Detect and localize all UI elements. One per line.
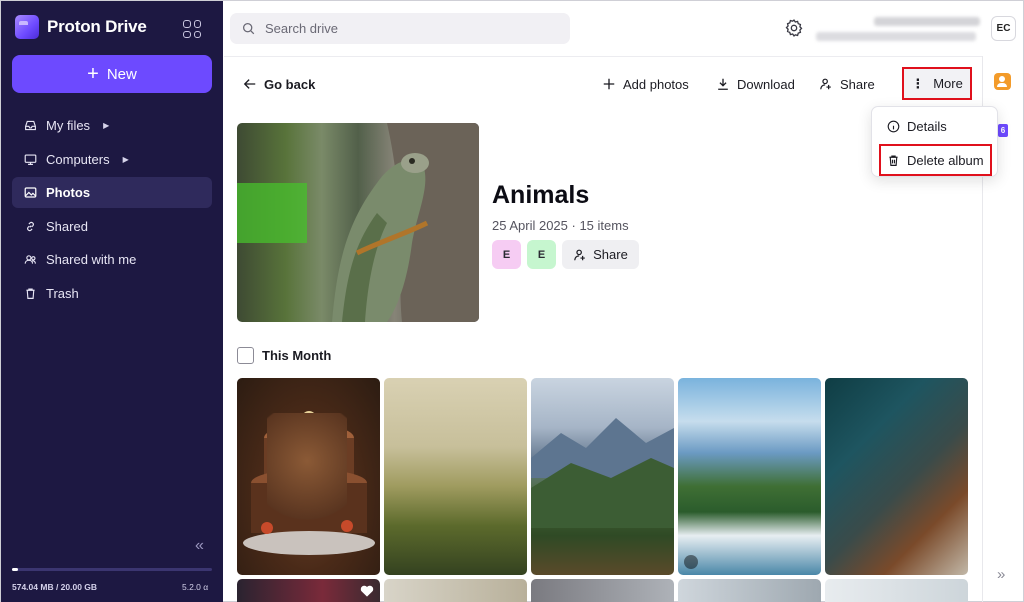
album-share-button[interactable]: Share: [562, 240, 639, 269]
monitor-icon: [24, 153, 37, 165]
search-icon: [242, 22, 255, 35]
gear-icon[interactable]: [784, 18, 804, 38]
member-avatar[interactable]: E: [492, 240, 521, 269]
brand-name: Proton Drive: [47, 17, 147, 36]
storage-usage-text: 574.04 MB / 20.00 GB: [12, 582, 98, 592]
image-icon: [24, 187, 37, 199]
go-back-button[interactable]: Go back: [243, 74, 315, 94]
search-input[interactable]: [265, 21, 545, 36]
share-button[interactable]: Share: [819, 74, 875, 94]
sidebar-item-label: Computers: [46, 151, 110, 167]
album-title: Animals: [492, 181, 590, 209]
users-icon: [24, 254, 37, 266]
photo-tile[interactable]: [384, 579, 527, 602]
download-button[interactable]: Download: [716, 74, 795, 94]
photo-tile[interactable]: [678, 579, 821, 602]
section-label: This Month: [262, 348, 332, 363]
sidebar-item-label: My files: [46, 118, 91, 133]
more-label: More: [933, 76, 963, 91]
mountain-photo: [531, 418, 674, 528]
iguana-photo: [237, 123, 479, 322]
sidebar: Proton Drive + New My files ▶ Computers …: [1, 1, 223, 602]
sidebar-item-label: Shared with me: [46, 252, 137, 268]
album-share-label: Share: [593, 247, 628, 262]
inbox-icon: [24, 120, 37, 132]
sidebar-item-shared[interactable]: Shared: [12, 211, 212, 242]
storage-progress-fill: [12, 568, 18, 571]
download-icon: [718, 78, 728, 90]
more-vertical-icon: ⋮: [911, 75, 925, 91]
share-label: Share: [840, 76, 875, 92]
photo-tile[interactable]: [237, 579, 380, 602]
shared-users-icon: [684, 555, 698, 569]
new-button-label: New: [106, 65, 137, 83]
collapse-sidebar-icon[interactable]: «: [195, 537, 204, 555]
brand[interactable]: Proton Drive: [15, 15, 147, 39]
user-plus-icon: [820, 78, 831, 90]
add-photos-button[interactable]: Add photos: [602, 74, 689, 94]
sidebar-item-my-files[interactable]: My files ▶: [12, 110, 212, 141]
member-avatar[interactable]: E: [527, 240, 556, 269]
photo-tile[interactable]: [531, 579, 674, 602]
storage-progress-bar: [12, 568, 212, 571]
sidebar-item-label: Photos: [46, 185, 91, 201]
link-icon: [24, 220, 37, 232]
plus-icon: [603, 78, 615, 90]
apps-grid-icon[interactable]: [183, 20, 201, 38]
go-back-label: Go back: [264, 76, 316, 92]
expand-rail-icon[interactable]: »: [997, 566, 1005, 583]
cake-photo: [243, 411, 375, 555]
photo-tile[interactable]: [825, 579, 968, 602]
section-header-this-month: This Month: [237, 347, 331, 364]
more-dropdown-menu: Details Delete album: [871, 106, 998, 177]
menu-item-delete-album[interactable]: Delete album: [879, 144, 992, 176]
plus-icon: +: [87, 63, 99, 85]
trash-icon: [24, 287, 37, 299]
sidebar-item-photos[interactable]: Photos: [12, 177, 212, 209]
album-meta: 25 April 2025 · 15 items: [492, 218, 629, 233]
calendar-app-icon[interactable]: 6: [998, 124, 1008, 137]
menu-item-label: Details: [907, 118, 947, 134]
sidebar-nav: My files ▶ Computers ▶ Photos Shared Sha…: [12, 110, 212, 312]
photo-tile[interactable]: [237, 378, 380, 575]
download-label: Download: [737, 76, 795, 92]
select-section-checkbox[interactable]: [237, 347, 254, 364]
main-content: Go back Add photos Download Share ⋮ More…: [224, 56, 998, 602]
proton-drive-logo-icon: [15, 15, 39, 39]
arrow-left-icon: [243, 79, 256, 89]
album-cover-image[interactable]: [237, 123, 479, 322]
menu-item-label: Delete album: [907, 152, 984, 168]
chevron-right-icon[interactable]: ▶: [103, 121, 109, 130]
photo-tile[interactable]: [678, 378, 821, 575]
photo-tile[interactable]: [384, 378, 527, 575]
sidebar-item-label: Shared: [46, 218, 88, 234]
menu-item-details[interactable]: Details: [887, 114, 947, 138]
more-button[interactable]: ⋮ More: [902, 67, 972, 100]
sidebar-item-trash[interactable]: Trash: [12, 278, 212, 309]
photo-tile[interactable]: [531, 378, 674, 575]
sidebar-item-computers[interactable]: Computers ▶: [12, 144, 212, 175]
user-info-redacted[interactable]: [814, 15, 982, 43]
sidebar-item-shared-with-me[interactable]: Shared with me: [12, 244, 212, 275]
add-photos-label: Add photos: [623, 76, 689, 92]
avatar[interactable]: EC: [991, 16, 1016, 41]
heart-icon[interactable]: [360, 585, 374, 597]
sidebar-item-label: Trash: [46, 285, 79, 301]
new-button[interactable]: + New: [12, 55, 212, 93]
trash-icon: [889, 154, 898, 166]
info-icon: [887, 120, 900, 132]
app-version: 5.2.0 α: [182, 582, 209, 592]
contacts-app-icon[interactable]: [994, 73, 1011, 90]
chevron-right-icon[interactable]: ▶: [123, 155, 129, 164]
album-toolbar: Go back Add photos Download Share ⋮ More: [224, 57, 982, 109]
search-bar[interactable]: [230, 13, 570, 44]
photo-tile[interactable]: [825, 378, 968, 575]
user-plus-icon: [574, 249, 585, 260]
